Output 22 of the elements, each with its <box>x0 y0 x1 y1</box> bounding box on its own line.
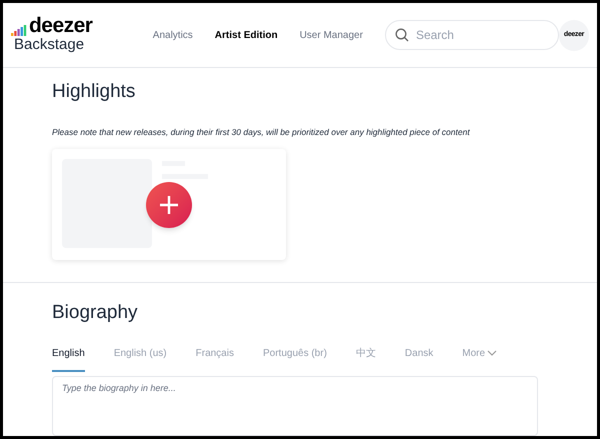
chevron-down-icon <box>487 350 498 356</box>
language-tab[interactable]: More <box>462 346 498 372</box>
language-tab[interactable]: English (us) <box>114 346 167 372</box>
biography-field[interactable]: Type the biography in here... <box>52 376 538 436</box>
product-name: Backstage <box>14 36 86 55</box>
plus-icon <box>159 194 179 215</box>
language-tab[interactable]: Português (br) <box>262 346 327 372</box>
search-icon <box>394 28 409 42</box>
section-title: Highlights <box>52 80 136 104</box>
add-button[interactable] <box>146 182 192 228</box>
section-title: Biography <box>52 300 139 324</box>
note-text: Please note that new releases, during their first 30 days, will be prioritized over any highlighted piece of content <box>52 126 471 139</box>
language-tab[interactable]: 中文 <box>356 346 376 372</box>
nav-link[interactable]: Analytics <box>152 28 193 42</box>
language-tab[interactable]: Français <box>196 346 234 372</box>
language-tab[interactable]: English <box>52 346 85 372</box>
nav-link[interactable]: Artist Edition <box>214 28 278 42</box>
equalizer-icon <box>11 24 27 36</box>
language-tab[interactable]: Dansk <box>404 346 434 372</box>
logo-text: deezer <box>29 15 92 36</box>
search-field[interactable]: Search <box>384 20 559 50</box>
nav-link[interactable]: User Manager <box>300 28 363 42</box>
